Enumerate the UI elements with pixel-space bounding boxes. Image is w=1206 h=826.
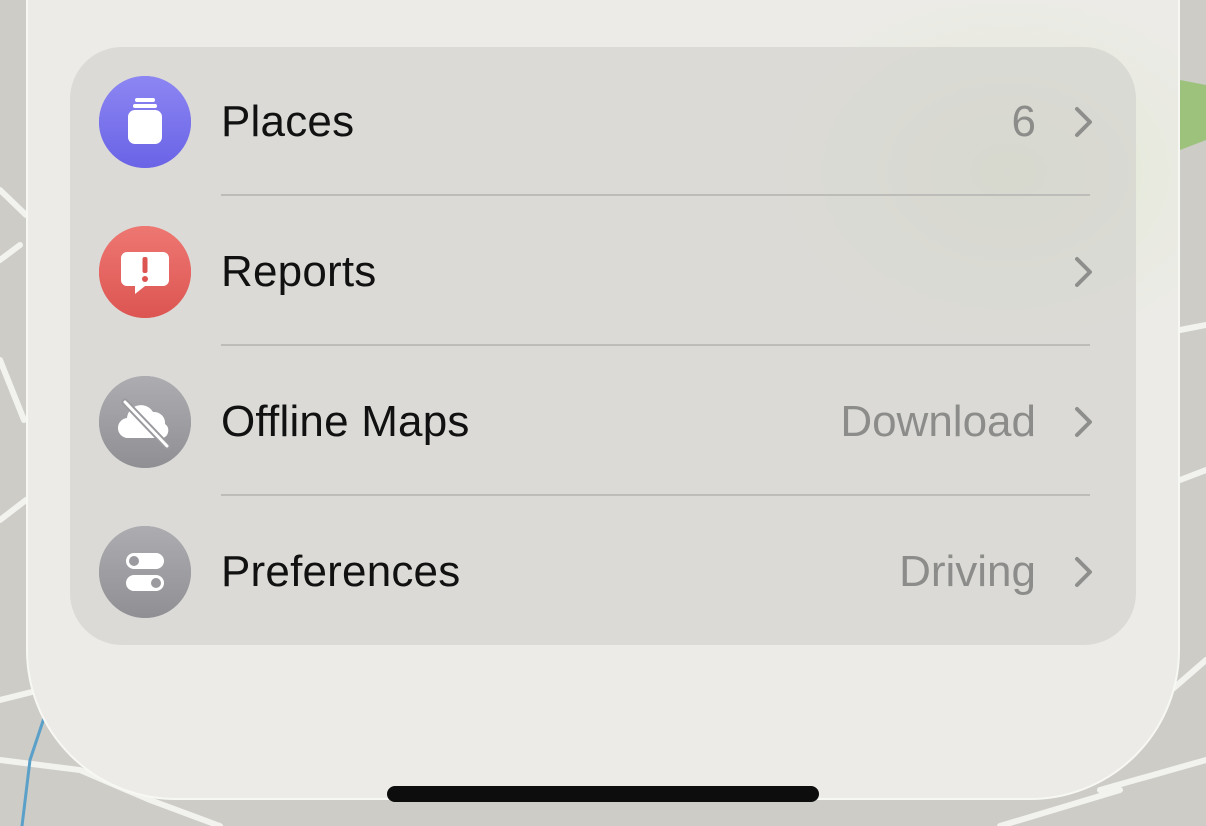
places-row[interactable]: Places 6: [70, 47, 1136, 197]
home-indicator[interactable]: [387, 786, 819, 802]
places-icon: [99, 76, 191, 168]
chevron-right-icon: [1075, 257, 1092, 287]
chevron-right-icon: [1075, 407, 1092, 437]
cloud-slash-icon: [99, 376, 191, 468]
offline-maps-label: Offline Maps: [221, 397, 470, 446]
places-label: Places: [221, 97, 355, 146]
offline-maps-row[interactable]: Offline Maps Download: [70, 347, 1136, 497]
menu-card: Places 6 Reports Offline Maps Download P…: [70, 47, 1136, 645]
reports-label: Reports: [221, 247, 377, 296]
reports-row[interactable]: Reports: [70, 197, 1136, 347]
preferences-value: Driving: [899, 547, 1036, 596]
toggles-icon: [99, 526, 191, 618]
report-bubble-icon: [99, 226, 191, 318]
divider: [221, 344, 1090, 346]
preferences-label: Preferences: [221, 547, 461, 596]
divider: [221, 494, 1090, 496]
chevron-right-icon: [1075, 107, 1092, 137]
preferences-row[interactable]: Preferences Driving: [70, 497, 1136, 645]
map-park-area: [1180, 80, 1206, 150]
divider: [221, 194, 1090, 196]
offline-maps-value: Download: [840, 397, 1036, 446]
chevron-right-icon: [1075, 557, 1092, 587]
places-count: 6: [1011, 97, 1036, 146]
